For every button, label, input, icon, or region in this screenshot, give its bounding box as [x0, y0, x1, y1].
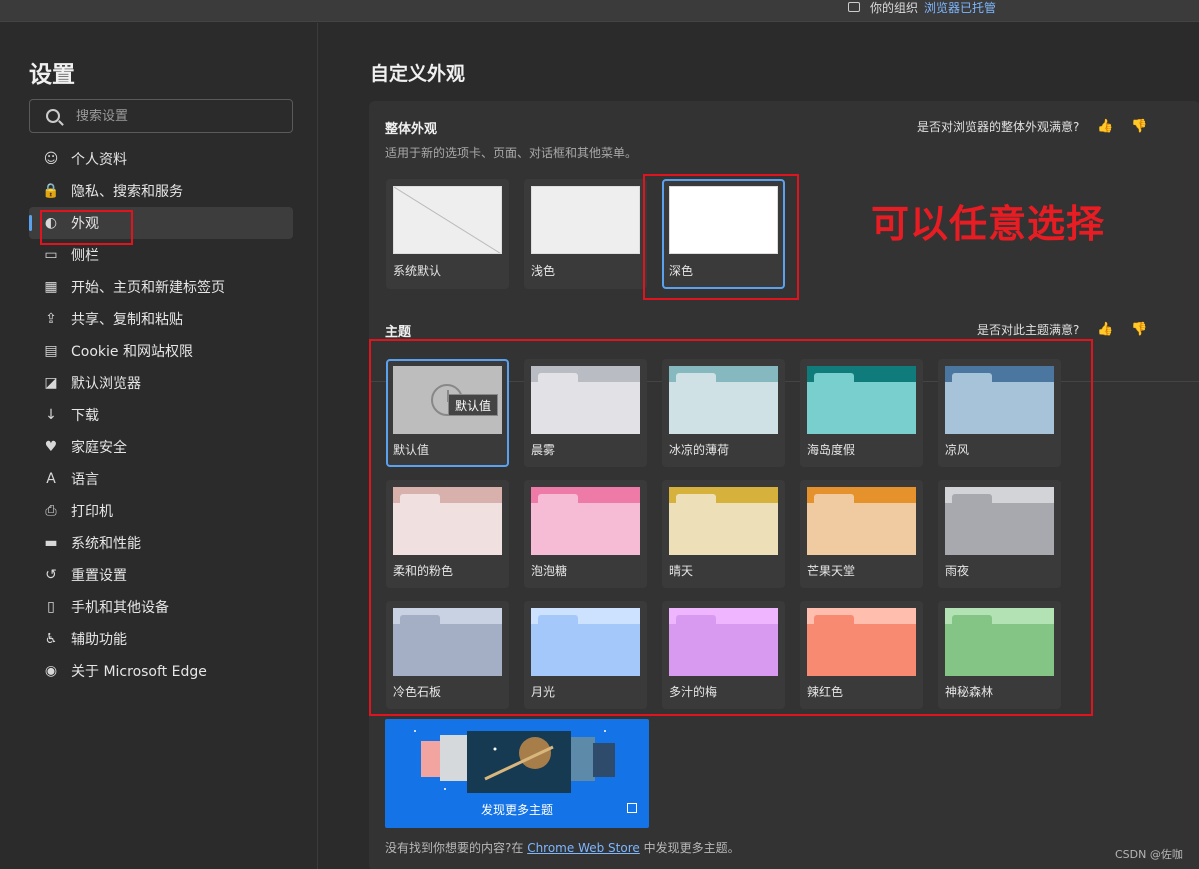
sidebar-item[interactable]: ↓ 下载 [29, 399, 293, 431]
sidebar-item[interactable]: ⇪ 共享、复制和粘贴 [29, 303, 293, 335]
external-link-icon [627, 803, 637, 813]
appearance-option-label: 浅色 [531, 264, 556, 278]
watermark: CSDN @佐咖 [1115, 848, 1183, 861]
discover-themes-label: 发现更多主题 [480, 803, 553, 817]
appearance-section-title: 整体外观 [385, 122, 438, 137]
sidebar-item-label: 打印机 [71, 504, 113, 520]
reset-icon: ↺ [45, 567, 57, 583]
profile-icon: ☺ [43, 151, 59, 167]
themes-feedback: 是否对此主题满意? 👍 👎 [977, 321, 1147, 338]
home-grid-icon: ▦ [44, 279, 58, 295]
appearance-option-light[interactable]: 浅色 [524, 179, 647, 289]
family-icon: ♥ [44, 439, 58, 455]
sidebar-item-label: 家庭安全 [71, 440, 127, 456]
printer-icon: ⎙ [45, 503, 57, 519]
thumbs-up-icon[interactable]: 👍 [1097, 119, 1113, 135]
sidebar-item[interactable]: ♿ 辅助功能 [29, 623, 293, 655]
page-title: 自定义外观 [370, 63, 466, 85]
search-input[interactable] [76, 108, 276, 124]
discover-themes-banner[interactable]: 发现更多主题 [385, 719, 649, 828]
sidebar-item-label: 侧栏 [71, 248, 99, 264]
annotation-box-appearance-nav [40, 210, 133, 245]
sidebar-item-label: 下载 [71, 408, 99, 424]
thumbs-down-icon[interactable]: 👎 [1131, 119, 1147, 135]
sidebar-item[interactable]: 🔒 隐私、搜索和服务 [29, 175, 293, 207]
sidebar-item-label: 手机和其他设备 [71, 600, 169, 616]
store-note-after: 中发现更多主题。 [639, 841, 740, 855]
sidebar-item-label: 隐私、搜索和服务 [71, 184, 183, 200]
appearance-option-system[interactable]: 系统默认 [386, 179, 509, 289]
accessibility-icon: ♿ [44, 631, 58, 647]
sidebar-item[interactable]: A 语言 [29, 463, 293, 495]
sidebar-item[interactable]: ▯ 手机和其他设备 [29, 591, 293, 623]
sidebar-item[interactable]: ♥ 家庭安全 [29, 431, 293, 463]
share-icon: ⇪ [45, 311, 57, 327]
appearance-option-label: 系统默认 [393, 264, 442, 278]
download-icon: ↓ [45, 407, 57, 423]
sidebar-item[interactable]: ⎙ 打印机 [29, 495, 293, 527]
sidebar-item-label: 关于 Microsoft Edge [71, 664, 207, 680]
annotation-box-themes [369, 339, 1093, 716]
search-icon [46, 109, 60, 123]
sidebar-item-label: 系统和性能 [71, 536, 141, 552]
search-box[interactable] [29, 99, 293, 133]
browser-icon: ◪ [44, 375, 58, 391]
managed-notice: 你的组织 浏览器已托管 [848, 0, 996, 16]
sidebar-item-label: 重置设置 [71, 568, 127, 584]
themes-feedback-question: 是否对此主题满意? [977, 323, 1080, 337]
language-icon: A [46, 471, 56, 487]
sidebar-item-label: 默认浏览器 [71, 376, 141, 392]
themes-collage-graphic [414, 730, 615, 793]
laptop-icon: ▬ [44, 535, 58, 551]
sidebar-item-label: 共享、复制和粘贴 [71, 312, 183, 328]
sidebar-item-label: Cookie 和网站权限 [71, 344, 193, 360]
sidebar-item[interactable]: ◉ 关于 Microsoft Edge [29, 655, 293, 687]
sidebar-item-label: 个人资料 [71, 152, 127, 168]
annotation-text: 可以任意选择 [871, 202, 1106, 246]
system-default-preview [393, 186, 502, 254]
sidebar-item-label: 开始、主页和新建标签页 [71, 280, 225, 296]
settings-sidebar: 设置 ☺个人资料🔒隐私、搜索和服务◐外观▭侧栏▦开始、主页和新建标签页⇪共享、复… [0, 23, 318, 869]
thumbs-up-icon[interactable]: 👍 [1097, 322, 1113, 338]
sidebar-title: 设置 [29, 62, 75, 88]
sidebar-item[interactable]: ↺ 重置设置 [29, 559, 293, 591]
sidebar-item-label: 辅助功能 [71, 632, 127, 648]
lock-icon: 🔒 [42, 183, 60, 199]
light-preview [531, 186, 640, 254]
appearance-section-description: 适用于新的选项卡、页面、对话框和其他菜单。 [385, 146, 638, 160]
sidebar-icon: ▭ [44, 247, 58, 263]
phone-icon: ▯ [47, 599, 55, 615]
sidebar-item-label: 语言 [71, 472, 99, 488]
sidebar-item[interactable]: ☺ 个人资料 [29, 143, 293, 175]
managed-prefix: 你的组织 [870, 0, 919, 15]
sidebar-item[interactable]: ▤ Cookie 和网站权限 [29, 335, 293, 367]
thumbs-down-icon[interactable]: 👎 [1131, 322, 1147, 338]
annotation-box-dark-option [643, 174, 799, 300]
sidebar-item[interactable]: ▬ 系统和性能 [29, 527, 293, 559]
site-permissions-icon: ▤ [44, 343, 58, 359]
store-note-before: 没有找到你想要的内容?在 [385, 841, 528, 855]
store-note: 没有找到你想要的内容?在 Chrome Web Store 中发现更多主题。 [385, 839, 740, 856]
briefcase-icon [848, 2, 860, 12]
diagonal-split-graphic [394, 187, 501, 253]
appearance-feedback-question: 是否对浏览器的整体外观满意? [917, 120, 1080, 134]
sidebar-item[interactable]: ▦ 开始、主页和新建标签页 [29, 271, 293, 303]
sidebar-item[interactable]: ◪ 默认浏览器 [29, 367, 293, 399]
themes-section-title: 主题 [385, 325, 412, 340]
appearance-feedback: 是否对浏览器的整体外观满意? 👍 👎 [917, 118, 1147, 135]
edge-logo-icon: ◉ [44, 663, 58, 679]
chrome-web-store-link[interactable]: Chrome Web Store [527, 841, 640, 855]
managed-link[interactable]: 浏览器已托管 [924, 0, 996, 16]
top-bar: 你的组织 浏览器已托管 [0, 0, 1199, 22]
